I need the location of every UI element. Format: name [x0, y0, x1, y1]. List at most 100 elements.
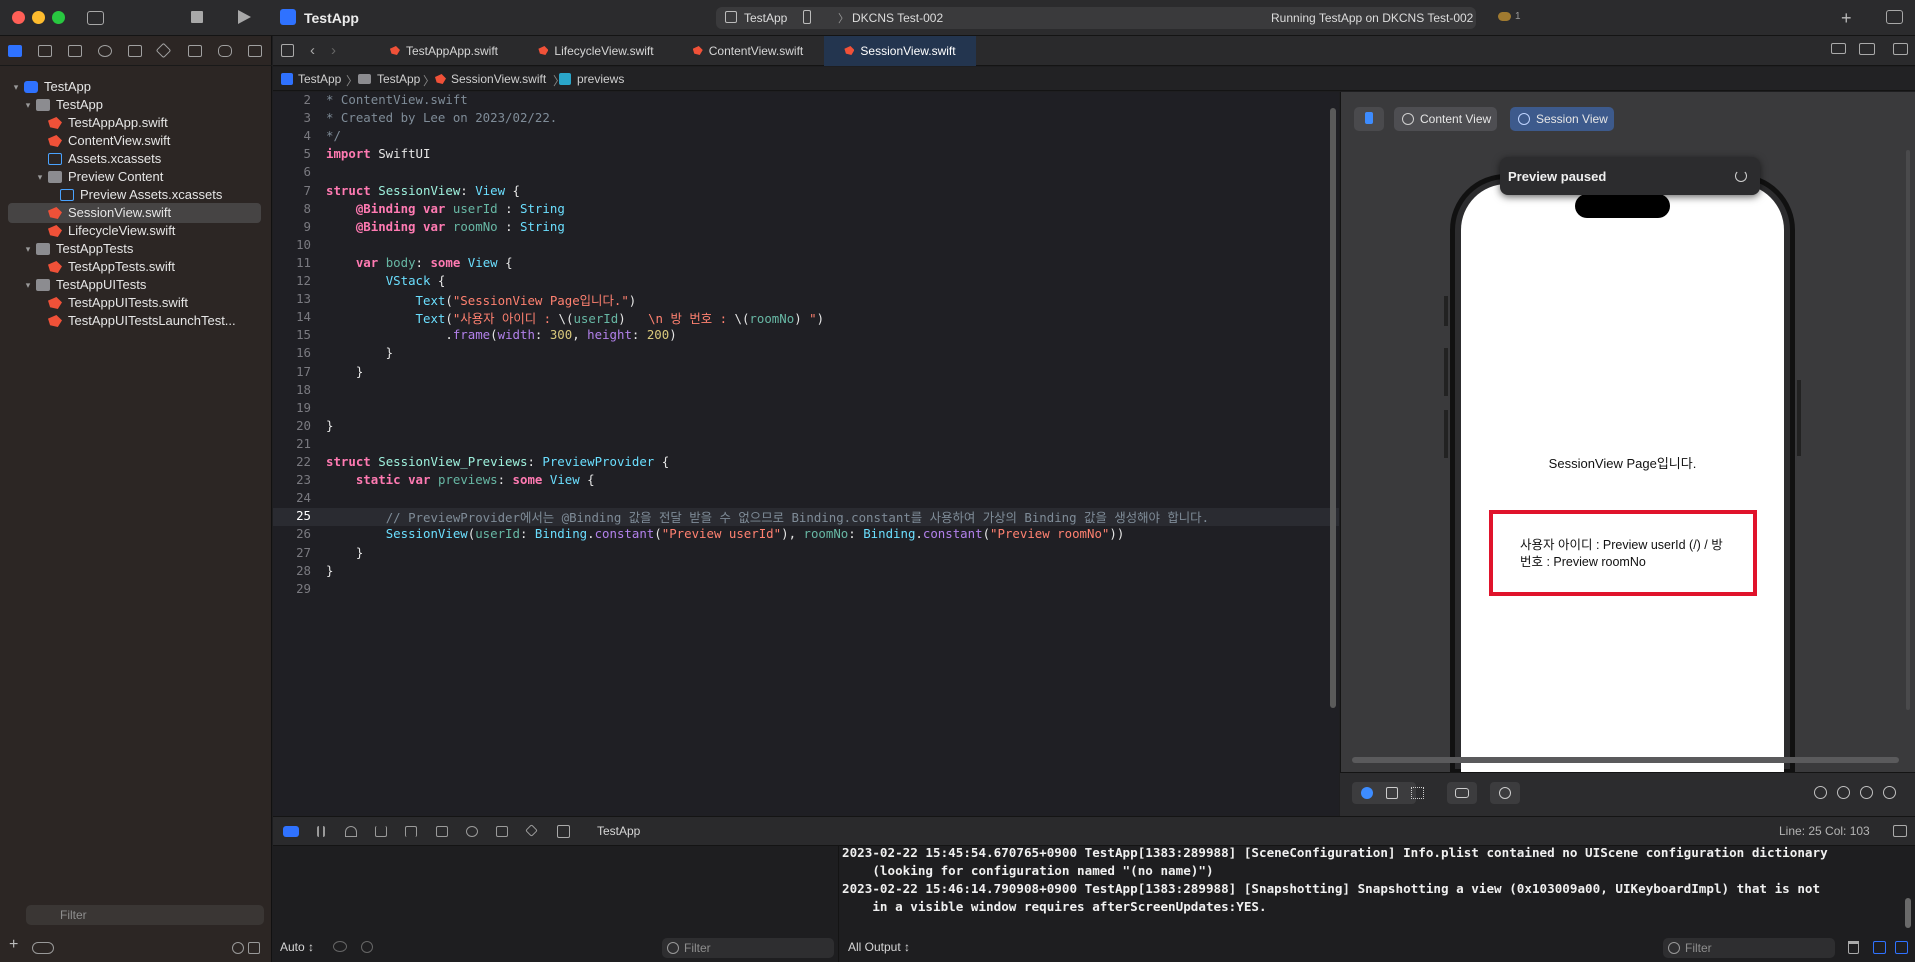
navigator-item[interactable]: TestAppUITests.swift — [8, 293, 261, 313]
code-line[interactable]: 8 @Binding var userId : String — [273, 201, 1339, 219]
editor-tab[interactable]: TestAppApp.swift — [368, 36, 520, 66]
search-icon[interactable] — [98, 45, 112, 57]
inspector-toggle-icon[interactable] — [1886, 10, 1903, 24]
navigator-item[interactable]: TestAppApp.swift — [8, 113, 261, 133]
report-navigator-icon[interactable] — [248, 45, 262, 57]
code-line[interactable]: 17 } — [273, 364, 1339, 382]
code-line[interactable]: 2 * ContentView.swift — [273, 92, 1339, 110]
code-line[interactable]: 3 * Created by Lee on 2023/02/22. — [273, 110, 1339, 128]
trash-icon[interactable] — [1848, 941, 1859, 954]
debug-navigator-icon[interactable] — [188, 45, 202, 57]
navigator-item[interactable]: TestAppUITestsLaunchTest... — [8, 311, 261, 331]
run-destination-selector[interactable]: DKCNS Test-002 — [852, 11, 943, 25]
editor-tab[interactable]: SessionView.swift — [824, 36, 976, 66]
session-view-preview-chip[interactable]: Session View — [1510, 107, 1614, 131]
zoom-window-button[interactable] — [52, 11, 65, 24]
console-scrollbar[interactable] — [1905, 898, 1911, 928]
add-icon[interactable]: + — [1841, 8, 1852, 29]
breakpoints-toggle-icon[interactable] — [283, 826, 299, 837]
zoom-to-fit-icon[interactable] — [1860, 786, 1873, 799]
add-file-icon[interactable]: + — [9, 936, 18, 954]
live-mode-icon[interactable] — [1361, 787, 1373, 799]
source-control-icon[interactable] — [38, 45, 52, 57]
info-icon[interactable] — [361, 941, 373, 953]
disclosure-icon[interactable]: ▾ — [10, 77, 22, 97]
navigator-item[interactable]: TestAppTests.swift — [8, 257, 261, 277]
refresh-preview-icon[interactable] — [1735, 170, 1747, 182]
code-line[interactable]: 28} — [273, 563, 1339, 581]
code-line[interactable]: 12 VStack { — [273, 273, 1339, 291]
breakpoint-navigator-icon[interactable] — [218, 45, 232, 57]
variants-icon[interactable] — [1411, 787, 1424, 799]
code-line[interactable]: 27 } — [273, 545, 1339, 563]
step-into-icon[interactable] — [375, 826, 387, 837]
code-line[interactable]: 22 struct SessionView_Previews: PreviewPr… — [273, 454, 1339, 472]
breadcrumb-symbol[interactable]: previews — [577, 72, 624, 86]
step-over-icon[interactable] — [345, 826, 357, 837]
navigator-item[interactable]: ▾ TestAppUITests — [8, 275, 261, 295]
navigator-item[interactable]: ▾ TestApp — [8, 95, 261, 115]
code-line[interactable]: 9 @Binding var roomNo : String — [273, 219, 1339, 237]
eye-icon[interactable] — [333, 941, 347, 952]
recent-files-icon[interactable] — [232, 942, 244, 954]
navigator-item[interactable]: SessionView.swift — [8, 203, 261, 223]
hide-debug-area-icon[interactable] — [1893, 825, 1907, 837]
code-line[interactable]: 24 — [273, 490, 1339, 508]
disclosure-icon[interactable]: ▾ — [34, 167, 46, 187]
cloud-icon[interactable] — [1498, 12, 1511, 21]
code-line[interactable]: 4 */ — [273, 128, 1339, 146]
code-line[interactable]: 25 // PreviewProvider에서는 @Binding 값을 전달 … — [273, 508, 1339, 527]
grid-icon[interactable] — [281, 44, 294, 57]
code-editor[interactable]: 2 * ContentView.swift 3 * Created by Lee on… — [273, 92, 1339, 816]
variables-scope-selector[interactable]: Auto ↕ — [280, 940, 314, 954]
test-navigator-icon[interactable] — [155, 42, 172, 59]
step-out-icon[interactable] — [405, 826, 417, 837]
code-line[interactable]: 23 static var previews: some View { — [273, 472, 1339, 490]
warning-icon[interactable] — [128, 45, 142, 57]
disclosure-icon[interactable]: ▾ — [22, 239, 34, 259]
code-line[interactable]: 16 } — [273, 345, 1339, 363]
content-view-preview-chip[interactable]: Content View — [1394, 107, 1497, 131]
view-hierarchy-icon[interactable] — [436, 826, 448, 837]
navigator-item[interactable]: ContentView.swift — [8, 131, 261, 151]
navigator-item[interactable]: Preview Assets.xcassets — [8, 185, 261, 205]
forward-icon[interactable]: › — [331, 42, 336, 59]
code-line[interactable]: 10 — [273, 237, 1339, 255]
editor-options-icon[interactable] — [1859, 43, 1875, 55]
code-line[interactable]: 29 — [273, 581, 1339, 599]
disclosure-icon[interactable]: ▾ — [22, 95, 34, 115]
zoom-actual-icon[interactable] — [1837, 786, 1850, 799]
zoom-out-icon[interactable] — [1814, 786, 1827, 799]
filter-icon[interactable] — [32, 942, 54, 954]
code-line[interactable]: 6 — [273, 164, 1339, 182]
code-line[interactable]: 14 Text("사용자 아이디 : \(userId) \n 방 번호 : \… — [273, 309, 1339, 327]
editor-scrollbar[interactable] — [1330, 108, 1336, 708]
show-variables-icon[interactable] — [1873, 941, 1886, 954]
breadcrumb-project[interactable]: TestApp — [298, 72, 341, 86]
code-line[interactable]: 21 — [273, 436, 1339, 454]
breadcrumb-folder[interactable]: TestApp — [377, 72, 420, 86]
filter-options-icon[interactable] — [248, 942, 260, 954]
refresh-editor-icon[interactable] — [1831, 43, 1846, 54]
code-line[interactable]: 13 Text("SessionView Page입니다.") — [273, 291, 1339, 309]
memory-graph-icon[interactable] — [466, 826, 478, 837]
editor-tab[interactable]: LifecycleView.swift — [520, 36, 672, 66]
navigator-item[interactable]: LifecycleView.swift — [8, 221, 261, 241]
close-window-button[interactable] — [12, 11, 25, 24]
zoom-in-icon[interactable] — [1883, 786, 1896, 799]
split-editor-icon[interactable] — [1893, 43, 1908, 55]
canvas-vertical-scrollbar[interactable] — [1906, 150, 1910, 710]
editor-tab[interactable]: ContentView.swift — [672, 36, 824, 66]
code-line[interactable]: 15 .frame(width: 300, height: 200) — [273, 327, 1339, 345]
sidebar-toggle-icon[interactable] — [87, 11, 104, 25]
scheme-selector[interactable]: TestApp — [744, 11, 787, 25]
stop-icon[interactable] — [191, 11, 203, 23]
navigator-item[interactable]: ▾ Preview Content — [8, 167, 261, 187]
environment-overrides-icon[interactable] — [496, 826, 508, 837]
disclosure-icon[interactable]: ▾ — [22, 275, 34, 295]
code-line[interactable]: 7 struct SessionView: View { — [273, 183, 1339, 201]
pin-preview-button[interactable] — [1354, 107, 1384, 131]
navigator-item[interactable]: Assets.xcassets — [8, 149, 261, 169]
code-line[interactable]: 11 var body: some View { — [273, 255, 1339, 273]
show-console-icon[interactable] — [1895, 941, 1908, 954]
